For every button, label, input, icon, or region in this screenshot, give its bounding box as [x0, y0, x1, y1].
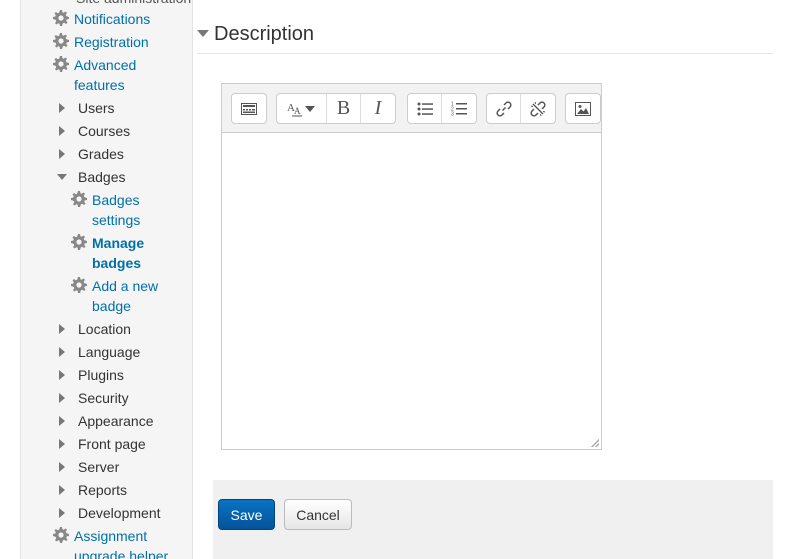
gear-icon	[53, 33, 69, 49]
sidebar-item-notifications[interactable]: Notifications	[53, 9, 150, 29]
sidebar-item-server[interactable]: Server	[57, 457, 119, 477]
sidebar-item-appearance[interactable]: Appearance	[57, 411, 154, 431]
sidebar-item-security[interactable]: Security	[57, 388, 129, 408]
toolbar-group-lists: 123	[407, 93, 477, 124]
link-button[interactable]	[487, 94, 521, 123]
unlink-button[interactable]	[521, 94, 555, 123]
sidebar-item-add-new-badge[interactable]: Add a new badge	[71, 276, 158, 316]
sidebar-label-line: upgrade helper	[74, 548, 169, 559]
gear-icon	[71, 234, 87, 250]
sidebar-item-courses[interactable]: Courses	[57, 121, 130, 141]
save-button[interactable]: Save	[218, 499, 275, 530]
svg-text:3: 3	[451, 111, 454, 117]
sidebar-item-assignment-upgrade-helper[interactable]: Assignment upgrade helper	[53, 526, 168, 559]
gear-icon	[71, 277, 87, 293]
expand-arrow-icon	[57, 126, 69, 136]
sidebar-label-line: Advanced	[74, 57, 137, 73]
numbered-list-icon: 123	[451, 101, 467, 117]
collapse-arrow-icon	[57, 172, 69, 180]
italic-button[interactable]: I	[361, 94, 395, 123]
toolbar-group-collapse	[231, 93, 267, 124]
expand-arrow-icon	[57, 485, 69, 495]
editor-content-area[interactable]	[222, 133, 601, 449]
description-editor: AA B I 123	[221, 83, 602, 450]
sidebar-label-line: Assignment	[74, 528, 148, 544]
keyboard-icon	[241, 102, 257, 115]
collapse-caret-icon	[197, 30, 209, 37]
insert-image-button[interactable]	[566, 94, 600, 123]
toolbar-group-style: AA B I	[276, 93, 396, 124]
expand-arrow-icon	[57, 103, 69, 113]
sidebar-item-development[interactable]: Development	[57, 503, 161, 523]
sidebar-item-site-admin[interactable]: Site administration	[76, 0, 191, 8]
sidebar-label-line: Badges	[92, 192, 140, 208]
expand-arrow-icon	[57, 347, 69, 357]
font-size-icon: AA	[287, 102, 315, 116]
admin-sidebar: Site administration Notifications Regist…	[20, 0, 193, 559]
expand-arrow-icon	[57, 393, 69, 403]
sidebar-item-language[interactable]: Language	[57, 342, 140, 362]
show-more-buttons[interactable]	[232, 94, 266, 123]
sidebar-label-line: badge	[92, 298, 131, 314]
resize-handle-icon[interactable]	[591, 439, 599, 447]
expand-arrow-icon	[57, 508, 69, 518]
sidebar-item-front-page[interactable]: Front page	[57, 434, 146, 454]
cancel-button[interactable]: Cancel	[284, 499, 352, 530]
sidebar-item-advanced-features[interactable]: Advanced features	[53, 55, 136, 95]
expand-arrow-icon	[57, 149, 69, 159]
bold-icon: B	[336, 97, 351, 119]
sidebar-label-line: Manage	[92, 235, 145, 251]
sidebar-item-users[interactable]: Users	[57, 98, 115, 118]
gear-icon	[53, 527, 69, 543]
ordered-list-button[interactable]: 123	[442, 94, 476, 123]
section-title: Description	[214, 23, 315, 45]
toolbar-group-media	[565, 93, 601, 124]
italic-icon: I	[374, 97, 382, 119]
sidebar-item-location[interactable]: Location	[57, 319, 131, 339]
gear-icon	[71, 191, 87, 207]
sidebar-item-manage-badges[interactable]: Manage badges	[71, 233, 144, 273]
expand-arrow-icon	[57, 370, 69, 380]
sidebar-item-reports[interactable]: Reports	[57, 480, 127, 500]
sidebar-label-line: settings	[92, 212, 141, 228]
expand-arrow-icon	[57, 324, 69, 334]
description-section-header[interactable]: Description	[197, 20, 773, 54]
expand-arrow-icon	[57, 439, 69, 449]
sidebar-item-badges[interactable]: Badges	[57, 167, 125, 187]
svg-text:A: A	[294, 106, 301, 116]
sidebar-item-plugins[interactable]: Plugins	[57, 365, 124, 385]
unordered-list-button[interactable]	[408, 94, 442, 123]
editor-toolbar: AA B I 123	[222, 84, 601, 133]
gear-icon	[53, 56, 69, 72]
sidebar-label-line: features	[74, 77, 125, 93]
bold-button[interactable]: B	[327, 94, 361, 123]
sidebar-item-badges-settings[interactable]: Badges settings	[71, 190, 140, 230]
paragraph-styles-button[interactable]: AA	[277, 94, 327, 123]
image-icon	[575, 101, 591, 116]
unlink-icon	[530, 100, 546, 117]
expand-arrow-icon	[57, 462, 69, 472]
sidebar-item-grades[interactable]: Grades	[57, 144, 124, 164]
bullet-list-icon	[417, 102, 433, 115]
expand-arrow-icon	[57, 416, 69, 426]
gear-icon	[53, 10, 69, 26]
sidebar-label-line: Add a new	[92, 278, 159, 294]
sidebar-item-registration[interactable]: Registration	[53, 32, 149, 52]
link-icon	[495, 100, 512, 117]
toolbar-group-links	[486, 93, 556, 124]
sidebar-label-line: badges	[92, 255, 142, 271]
